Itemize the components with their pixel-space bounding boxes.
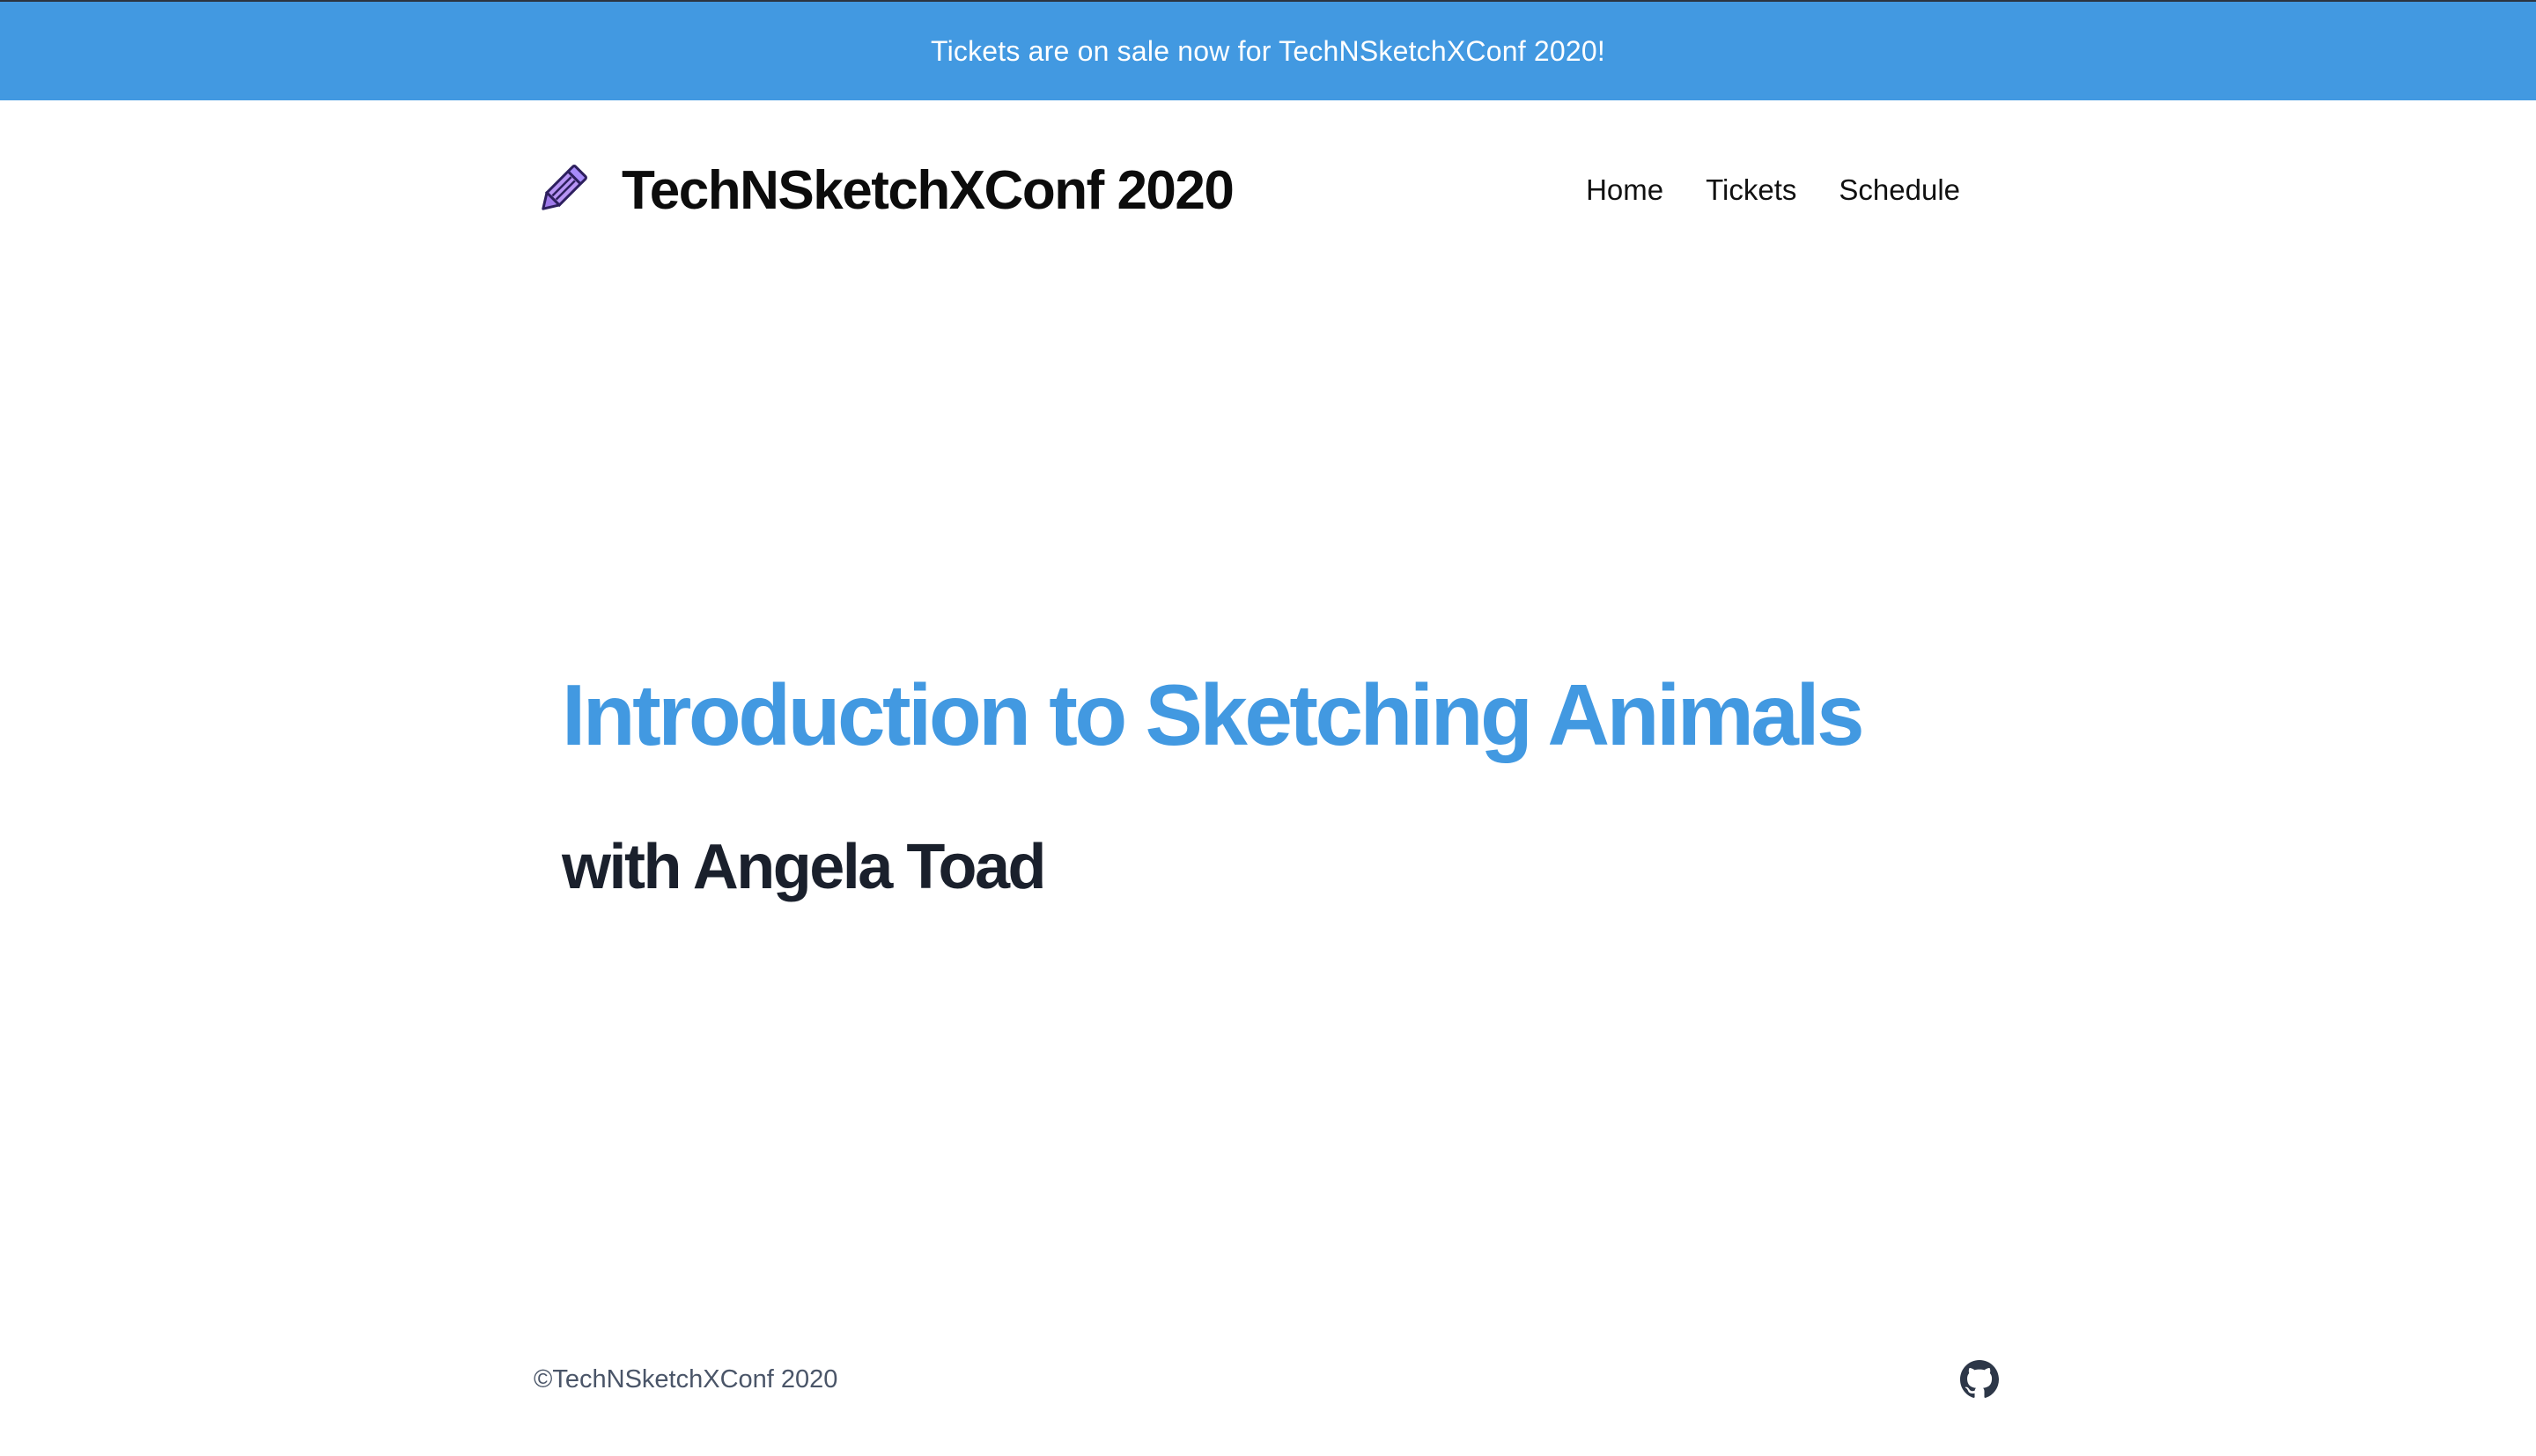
speaker-line: with Angela Toad <box>562 832 1047 902</box>
nav-home[interactable]: Home <box>1586 173 1663 207</box>
announcement-text: Tickets are on sale now for TechNSketchX… <box>931 34 1605 67</box>
talk-title: Introduction to Sketching Animals <box>562 666 1865 763</box>
nav-tickets[interactable]: Tickets <box>1706 173 1796 207</box>
site-title: TechNSketchXConf 2020 <box>622 159 1235 221</box>
site-footer: ©TechNSketchXConf 2020 <box>534 1356 1999 1403</box>
site-header: TechNSketchXConf 2020 Home Tickets Sched… <box>534 150 1960 231</box>
nav-schedule[interactable]: Schedule <box>1839 173 1960 207</box>
brand-link[interactable]: TechNSketchXConf 2020 <box>534 159 1235 222</box>
copyright-text: ©TechNSketchXConf 2020 <box>534 1364 838 1393</box>
announcement-bar: Tickets are on sale now for TechNSketchX… <box>0 0 2536 100</box>
pencil-icon <box>534 162 590 218</box>
main-nav: Home Tickets Schedule <box>1544 173 1960 207</box>
github-icon[interactable] <box>1960 1360 1999 1399</box>
talk-hero: Introduction to Sketching Animals with A… <box>562 662 2059 907</box>
